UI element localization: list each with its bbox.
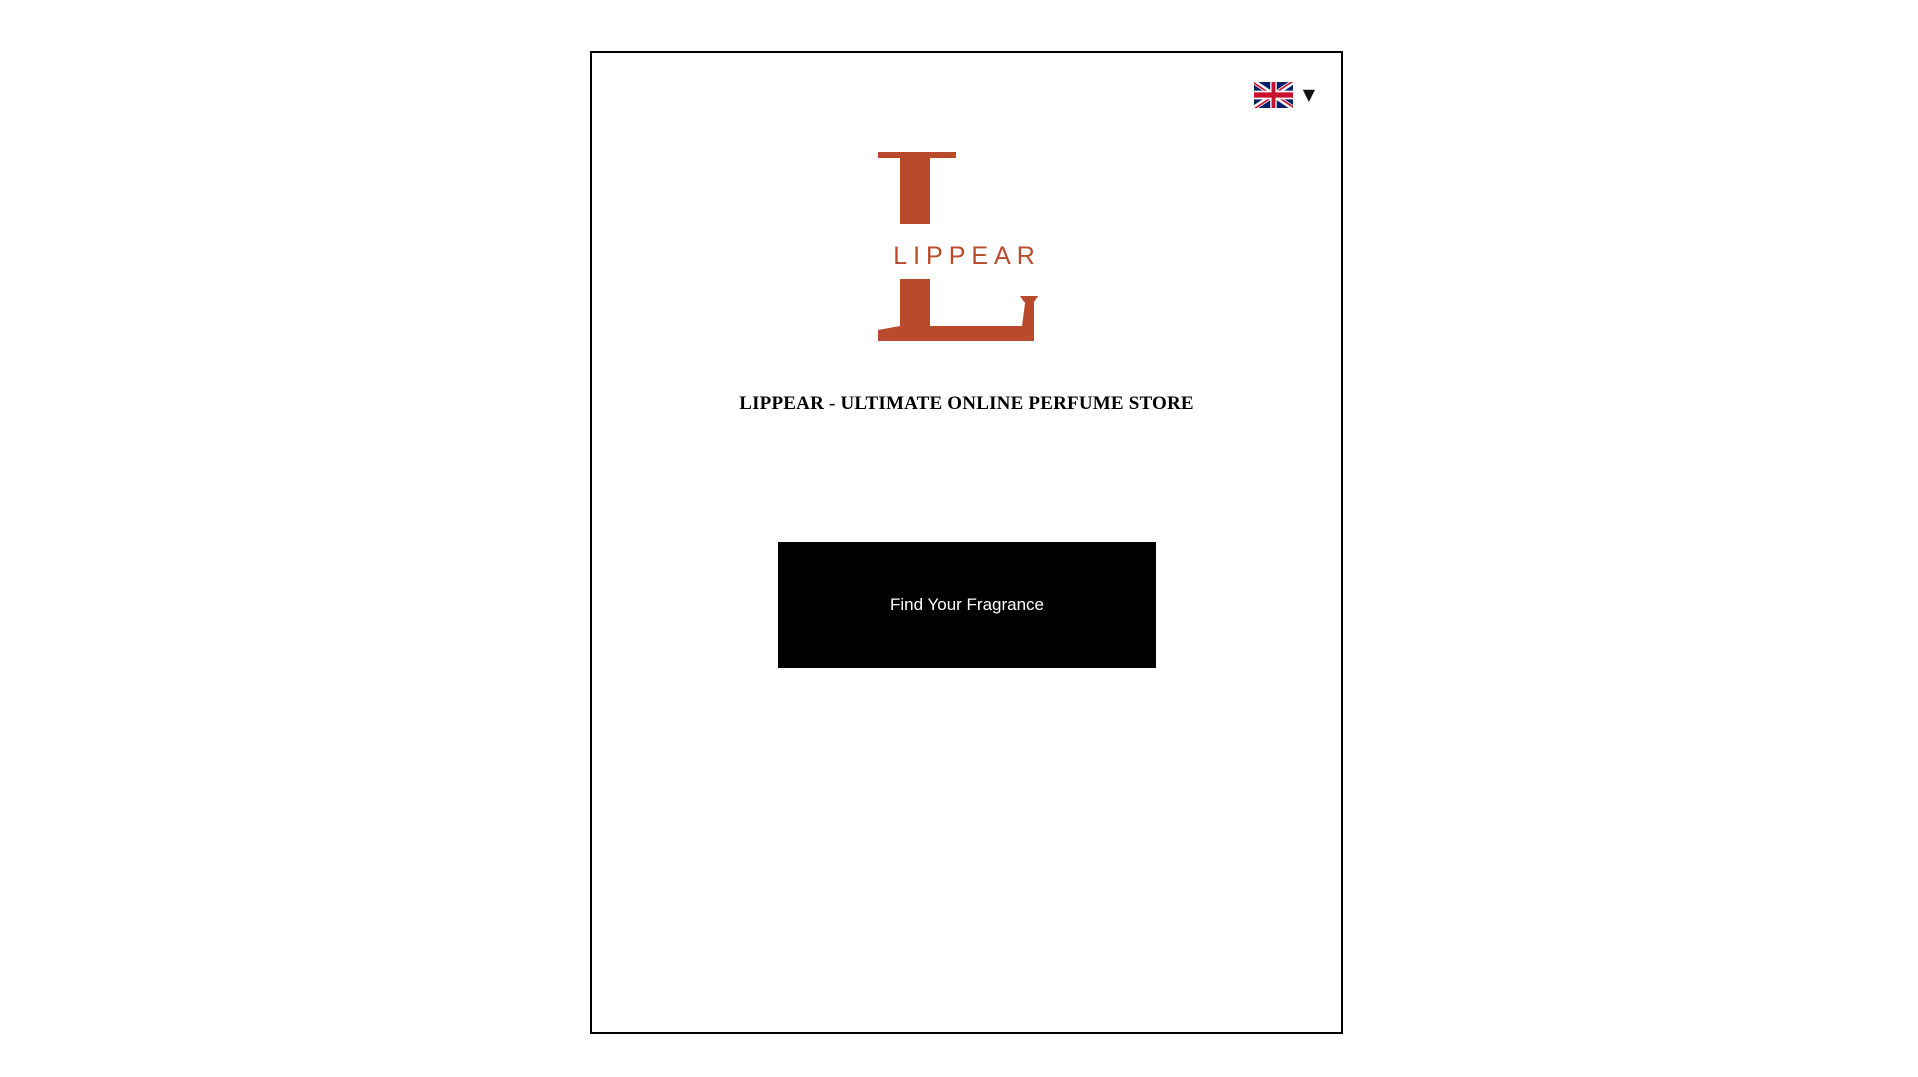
uk-flag-icon bbox=[1253, 82, 1293, 108]
language-selector[interactable]: ▼ bbox=[1253, 82, 1315, 108]
find-your-fragrance-button[interactable]: Find Your Fragrance bbox=[778, 542, 1156, 668]
page-title: LIPPEAR - ULTIMATE ONLINE PERFUME STORE bbox=[739, 393, 1194, 414]
triangle-down-icon: ▼ bbox=[1302, 85, 1315, 104]
logo-wordmark: LIPPEAR bbox=[893, 242, 1041, 270]
landing-card: ▼ LIPPEAR LIPPEAR - ULTIMATE ONLINE PERF… bbox=[590, 51, 1343, 1034]
lippear-logo: LIPPEAR bbox=[877, 152, 1041, 341]
